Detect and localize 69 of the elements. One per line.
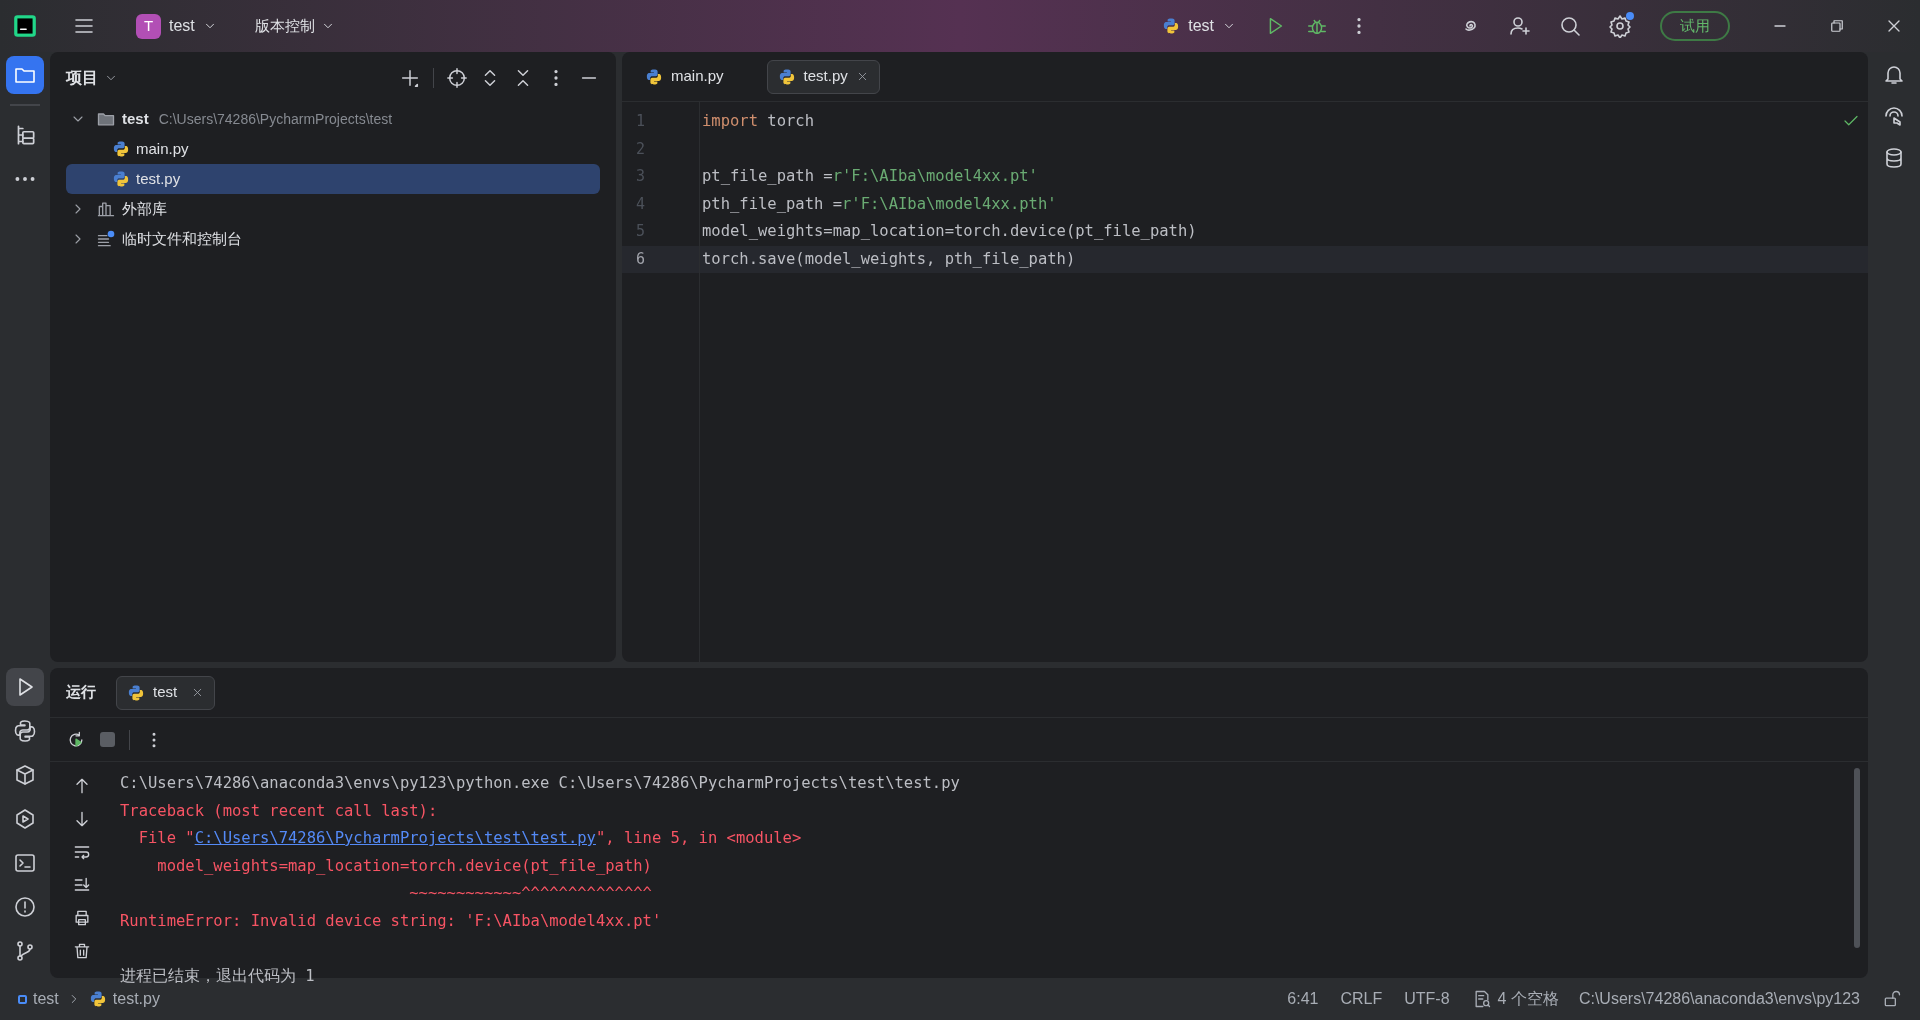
terminal-icon[interactable]	[13, 851, 37, 875]
run-tool-button[interactable]	[6, 668, 44, 706]
ai-chat-icon[interactable]	[1882, 104, 1906, 128]
project-view-menu[interactable]: 项目	[66, 66, 118, 90]
editor-tab[interactable]: test.py	[766, 59, 880, 94]
tree-item[interactable]: test.py	[66, 164, 600, 194]
python-icon	[1162, 17, 1181, 35]
restore-icon[interactable]	[1828, 17, 1846, 35]
python-console-icon[interactable]	[13, 719, 37, 743]
scrollbar[interactable]	[1854, 768, 1860, 948]
python-file-icon	[88, 990, 107, 1008]
editor-tab[interactable]: main.py	[634, 59, 735, 94]
project-avatar: T	[136, 13, 161, 39]
python-file-icon	[777, 67, 796, 86]
console-line: RuntimeError: Invalid device string: 'F:\AIba\model4xx.pt'	[120, 910, 663, 932]
folder-path: C:\Users\74286\PycharmProjects\test	[158, 109, 393, 129]
python-file-icon	[112, 170, 130, 188]
tree-item[interactable]: test C:\Users\74286\PycharmProjects\test	[66, 104, 600, 134]
vcs-menu[interactable]: 版本控制	[250, 9, 339, 43]
line-number: 6	[622, 245, 699, 273]
tree-label: test.py	[136, 168, 181, 189]
tree-item[interactable]: 外部库	[66, 194, 600, 224]
settings-icon[interactable]	[1608, 14, 1632, 38]
console-line: ~~~~~~~~~~~~^^^^^^^^^^^^^^	[408, 883, 653, 904]
file-encoding[interactable]: UTF-8	[1404, 987, 1450, 1011]
run-tab[interactable]: test	[116, 675, 216, 710]
line-separator[interactable]: CRLF	[1340, 987, 1383, 1011]
panel-title: 运行	[66, 682, 96, 703]
console-line: model_weights=map_location=torch.device(pt_file_path)	[156, 855, 653, 877]
unlock-icon[interactable]	[1882, 989, 1902, 1009]
project-switcher[interactable]: T test	[132, 9, 221, 43]
trial-button[interactable]: 试用	[1660, 11, 1730, 41]
services-icon[interactable]	[13, 807, 37, 831]
code-line: pth_file_path =r'F:\AIba\model4xx.pth'	[702, 194, 1057, 213]
file-link[interactable]: C:\Users\74286\PycharmProjects\test\test.py	[194, 829, 596, 847]
tree-label: test	[122, 108, 149, 129]
code-line: import torch	[702, 112, 814, 130]
console-line: 进程已结束，退出代码为 1	[120, 965, 316, 987]
console-line: Traceback (most recent call last):	[120, 800, 439, 822]
search-icon[interactable]	[1558, 14, 1582, 38]
add-user-icon[interactable]	[1508, 14, 1532, 38]
tree-label: 外部库	[122, 198, 167, 219]
code-line: model_weights=map_location=torch.device(pt_file_path)	[702, 222, 1197, 240]
python-file-icon	[127, 683, 145, 702]
scratches-icon	[96, 229, 116, 249]
problems-icon[interactable]	[13, 895, 37, 919]
trash-icon[interactable]	[72, 941, 92, 961]
tree-label: main.py	[136, 138, 189, 159]
module-icon	[18, 994, 27, 1004]
breadcrumb-item[interactable]: test	[18, 987, 59, 1011]
python-file-icon	[645, 67, 663, 86]
tree-item[interactable]: 临时文件和控制台	[66, 224, 600, 254]
run-configuration[interactable]: test	[1158, 9, 1240, 43]
code-line: pt_file_path =r'F:\AIba\model4xx.pt'	[702, 167, 1038, 185]
console-line: File "C:\Users\74286\PycharmProjects\test\test.py", line 5, in <module>	[137, 828, 803, 849]
python-file-icon	[112, 140, 130, 158]
code-line: torch.save(model_weights, pth_file_path)	[702, 249, 1076, 268]
breadcrumb-item[interactable]: test.py	[88, 987, 160, 1011]
tree-item[interactable]: main.py	[66, 134, 600, 164]
tree-label: 临时文件和控制台	[122, 228, 242, 249]
indent-setting[interactable]: 4 个空格	[1471, 987, 1559, 1011]
project-tool-button[interactable]	[6, 56, 44, 94]
add-icon[interactable]	[399, 67, 421, 89]
app-logo-icon[interactable]	[12, 13, 38, 39]
packages-icon[interactable]	[13, 763, 37, 787]
console-line: C:\Users\74286\anaconda3\envs\py123\python.exe C:\Users\74286\PycharmProjects\test\test.py	[120, 773, 961, 794]
interpreter-setting[interactable]: C:\Users\74286\anaconda3\envs\py123	[1578, 987, 1860, 1011]
cursor-position[interactable]: 6:41	[1287, 987, 1319, 1011]
locate-icon[interactable]	[446, 67, 468, 89]
